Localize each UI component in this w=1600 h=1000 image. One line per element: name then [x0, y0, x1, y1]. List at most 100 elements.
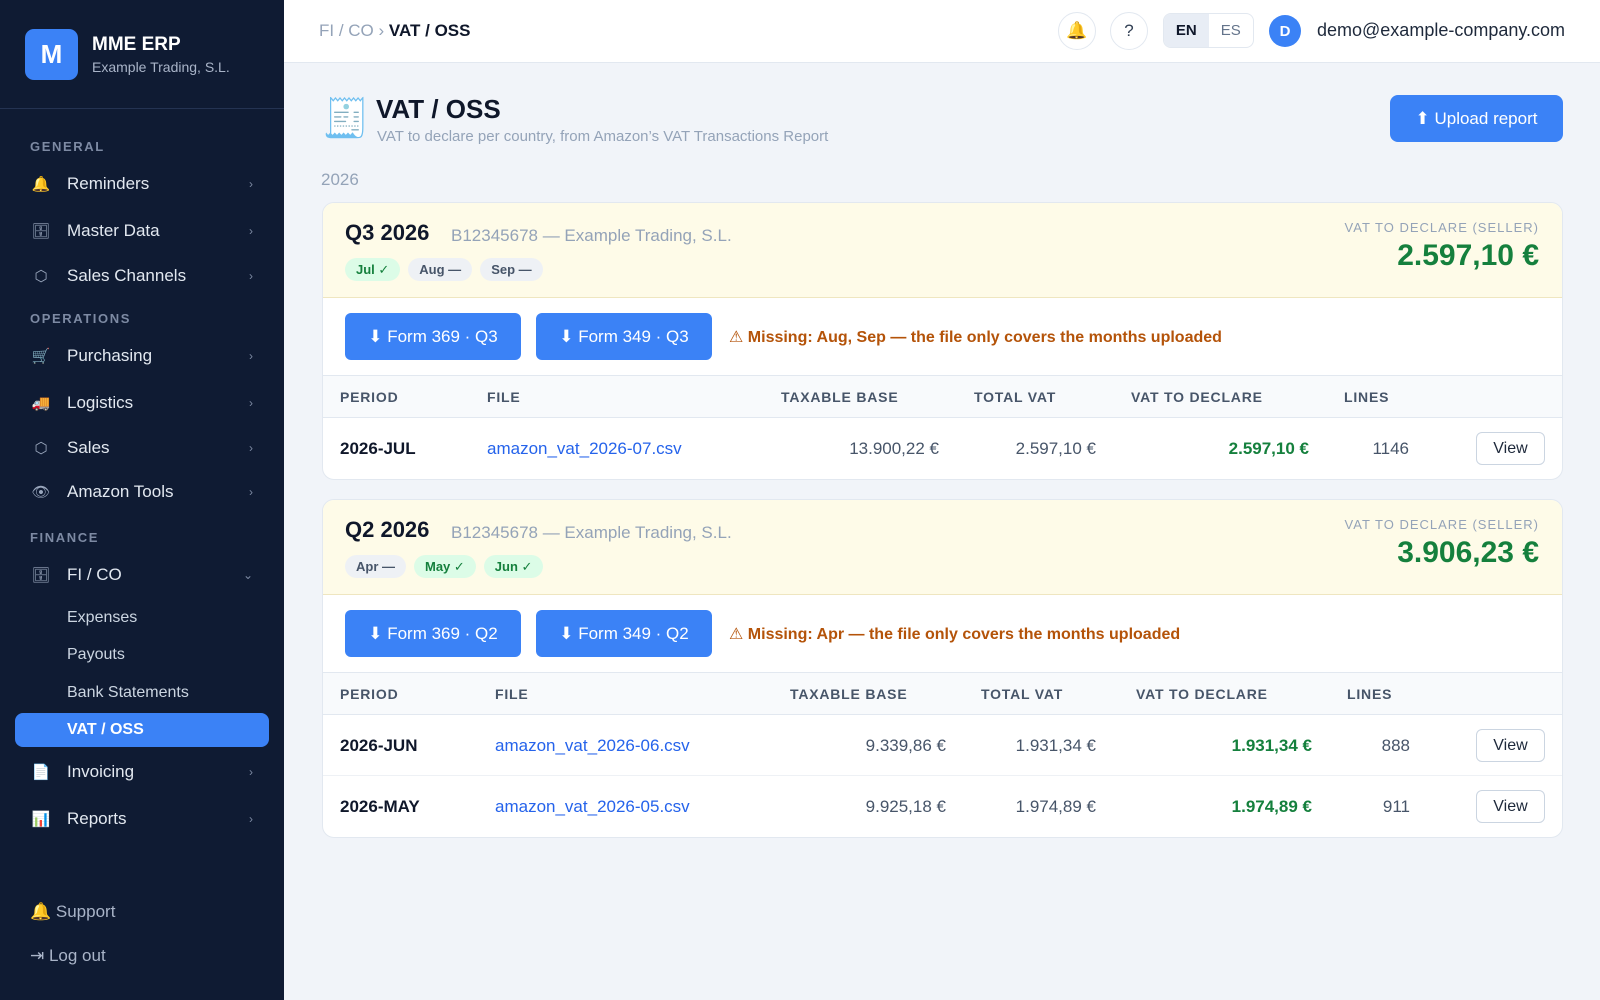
sidebar-item-amazon-tools[interactable]: 👁 Amazon Tools ›: [15, 474, 269, 510]
sidebar-item-invoicing[interactable]: 📄 Invoicing ›: [15, 754, 269, 790]
topbar: FI / CO › VAT / OSS 🔔 ? EN ES D demo@exa…: [284, 0, 1600, 63]
form-349-button[interactable]: ⬇ Form 349 · Q2: [536, 610, 712, 657]
receipt-icon: 🧾: [322, 98, 370, 140]
sidebar-item-label: Amazon Tools: [67, 482, 174, 501]
breadcrumb-parent[interactable]: FI / CO: [319, 21, 374, 40]
month-chip-jul: Jul ✓: [345, 258, 401, 281]
sidebar-item-sales-channels[interactable]: ⬡ Sales Channels ›: [15, 258, 269, 294]
breadcrumb: FI / CO › VAT / OSS: [319, 21, 470, 41]
quarter-entity: B12345678 — Example Trading, S.L.: [451, 226, 732, 245]
sidebar-subitem-vat-oss[interactable]: VAT / OSS: [15, 713, 269, 747]
col-period: PERIOD: [340, 389, 399, 405]
sidebar-item-reminders[interactable]: 🔔 Reminders ›: [15, 166, 269, 202]
month-chips: Apr — May ✓ Jun ✓: [345, 555, 544, 578]
breadcrumb-current: VAT / OSS: [388, 21, 471, 40]
sidebar-item-sales[interactable]: ⬡ Sales ›: [15, 430, 269, 466]
row-file-link[interactable]: amazon_vat_2026-07.csv: [487, 439, 682, 459]
lang-en-button[interactable]: EN: [1164, 14, 1209, 47]
form-369-button[interactable]: ⬇ Form 369 · Q3: [345, 313, 521, 360]
lang-es-button[interactable]: ES: [1209, 14, 1254, 47]
bar-chart-icon: 📊: [31, 811, 51, 828]
avatar[interactable]: D: [1269, 15, 1301, 47]
sidebar-item-label: FI / CO: [67, 565, 122, 584]
col-total-vat: TOTAL VAT: [974, 389, 1057, 405]
vat-to-declare-total: 2.597,10 €: [1397, 239, 1539, 272]
month-chip-sep: Sep —: [480, 258, 543, 281]
view-button[interactable]: View: [1476, 790, 1545, 823]
quarter-entity: B12345678 — Example Trading, S.L.: [451, 523, 732, 542]
sidebar-item-fico[interactable]: 🗄 FI / CO ⌄: [15, 557, 269, 593]
help-button[interactable]: ?: [1110, 12, 1148, 50]
chevron-right-icon: ›: [249, 224, 253, 238]
upload-report-button[interactable]: ⬆ Upload report: [1390, 95, 1563, 142]
row-lines: 888: [1381, 736, 1410, 755]
sidebar-item-purchasing[interactable]: 🛒 Purchasing ›: [15, 338, 269, 374]
row-lines: 911: [1382, 797, 1410, 816]
col-vat-to-declare: VAT TO DECLARE: [1131, 389, 1263, 405]
row-taxable-base: 13.900,22 €: [849, 439, 939, 458]
cart-icon: 🛒: [31, 348, 51, 365]
quarter-header: Q3 2026 B12345678 — Example Trading, S.L…: [323, 203, 1562, 298]
col-vat-to-declare: VAT TO DECLARE: [1136, 686, 1268, 702]
chevron-right-icon: ›: [249, 269, 253, 283]
row-vat-to-declare: 2.597,10 €: [1228, 439, 1309, 458]
sidebar-subitem-payouts[interactable]: Payouts: [15, 638, 269, 672]
form-349-button[interactable]: ⬇ Form 349 · Q3: [536, 313, 712, 360]
notifications-button[interactable]: 🔔: [1058, 12, 1096, 50]
section-operations: OPERATIONS: [30, 311, 131, 326]
brand-logo: M: [25, 28, 78, 80]
sidebar-subitem-expenses[interactable]: Expenses: [15, 601, 269, 635]
row-period: 2026-JUN: [340, 736, 418, 755]
chevron-right-icon: ›: [249, 765, 253, 779]
view-button[interactable]: View: [1476, 432, 1545, 465]
breadcrumb-separator: ›: [378, 21, 385, 40]
vat-to-declare-label: VAT TO DECLARE (SELLER): [1344, 517, 1539, 532]
sidebar-item-label: Reminders: [67, 174, 150, 193]
row-file-link[interactable]: amazon_vat_2026-05.csv: [495, 797, 690, 817]
page-title: VAT / OSS: [376, 94, 501, 124]
chevron-right-icon: ›: [249, 485, 253, 499]
logout-link[interactable]: ⇥ Log out: [30, 946, 106, 966]
chevron-right-icon: ›: [249, 177, 253, 191]
table-row: 2026-JUN amazon_vat_2026-06.csv 9.339,86…: [323, 715, 1562, 776]
company-name: Example Trading, S.L.: [92, 58, 230, 75]
section-finance: FINANCE: [30, 530, 99, 545]
quarter-title: Q2 2026: [345, 517, 430, 542]
col-file: FILE: [487, 389, 521, 405]
form-369-button[interactable]: ⬇ Form 369 · Q2: [345, 610, 521, 657]
row-taxable-base: 9.339,86 €: [865, 736, 946, 755]
support-link[interactable]: 🔔 Support: [30, 902, 115, 922]
chevron-down-icon: ⌄: [242, 568, 253, 582]
month-chip-apr: Apr —: [345, 555, 406, 578]
table-header: PERIOD FILE TAXABLE BASE TOTAL VAT VAT T…: [323, 376, 1562, 418]
row-file-link[interactable]: amazon_vat_2026-06.csv: [495, 736, 690, 756]
quarter-header: Q2 2026 B12345678 — Example Trading, S.L…: [323, 500, 1562, 595]
col-taxable-base: TAXABLE BASE: [790, 686, 908, 702]
view-button[interactable]: View: [1476, 729, 1545, 762]
sidebar-subitem-bank-statements[interactable]: Bank Statements: [15, 676, 269, 710]
row-taxable-base: 9.925,18 €: [865, 797, 946, 816]
row-total-vat: 2.597,10 €: [1015, 439, 1096, 458]
row-vat-to-declare: 1.974,89 €: [1231, 797, 1312, 816]
cabinet-icon: 🗄: [31, 567, 51, 584]
sidebar-item-reports[interactable]: 📊 Reports ›: [15, 801, 269, 837]
sidebar-item-logistics[interactable]: 🚚 Logistics ›: [15, 385, 269, 421]
section-general: GENERAL: [30, 139, 105, 154]
table-header: PERIOD FILE TAXABLE BASE TOTAL VAT VAT T…: [323, 673, 1562, 715]
vat-to-declare-total: 3.906,23 €: [1397, 536, 1539, 569]
col-lines: LINES: [1344, 389, 1390, 405]
row-period: 2026-MAY: [340, 797, 420, 816]
chevron-right-icon: ›: [249, 396, 253, 410]
month-chip-may: May ✓: [414, 555, 476, 578]
sidebar-item-label: Logistics: [67, 393, 134, 412]
col-taxable-base: TAXABLE BASE: [781, 389, 899, 405]
quarter-title: Q3 2026: [345, 220, 430, 245]
user-email[interactable]: demo@example-company.com: [1317, 20, 1565, 41]
missing-months-warning: ⚠ Missing: Aug, Sep — the file only cove…: [729, 329, 1222, 346]
quarter-actions: ⬇ Form 369 · Q2 ⬇ Form 349 · Q2 ⚠ Missin…: [323, 595, 1562, 673]
sidebar-item-label: Purchasing: [67, 346, 153, 365]
chevron-right-icon: ›: [249, 349, 253, 363]
sidebar-item-master-data[interactable]: 🗄 Master Data ›: [15, 213, 269, 249]
hexagon-icon: ⬡: [34, 268, 48, 285]
vat-to-declare-label: VAT TO DECLARE (SELLER): [1344, 220, 1539, 235]
